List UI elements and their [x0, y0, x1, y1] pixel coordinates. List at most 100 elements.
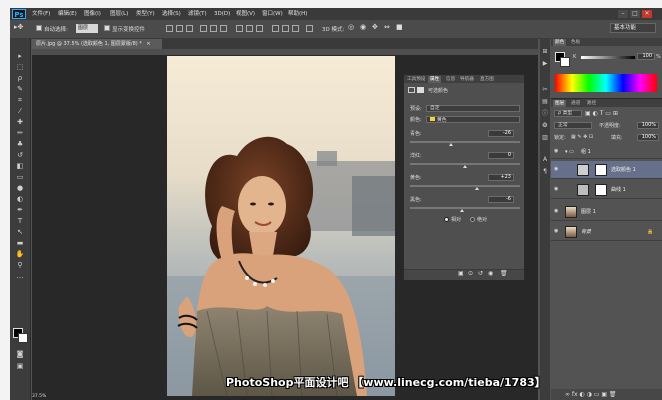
eye-icon[interactable]: ◉: [554, 149, 560, 154]
layer-row-background[interactable]: ◉ 背景 🔒: [551, 223, 662, 241]
layer-row-selective-color[interactable]: ◉ 选取颜色 1: [551, 161, 662, 179]
slider-knob-magenta[interactable]: [463, 165, 467, 168]
color-ramp[interactable]: [555, 74, 657, 92]
background-color-swatch[interactable]: [18, 333, 28, 343]
colors-dropdown[interactable]: 黄色: [426, 116, 520, 123]
layer-row-group[interactable]: ◉ ▾ ▭ 组 1: [551, 145, 662, 159]
tab-channels[interactable]: 通道: [571, 100, 580, 107]
zoom-tool-icon[interactable]: ⚲: [14, 261, 26, 270]
view-previous-icon[interactable]: ⊙: [468, 270, 473, 277]
distribute-hcenter-icon[interactable]: [282, 25, 289, 32]
menu-select[interactable]: 选择(S): [162, 8, 181, 20]
close-button[interactable]: ✕: [642, 10, 652, 18]
clone-stamp-tool-icon[interactable]: ♣: [14, 140, 26, 149]
menu-window[interactable]: 窗口(W): [262, 8, 283, 20]
minimize-button[interactable]: –: [618, 10, 628, 18]
distribute-top-icon[interactable]: [236, 25, 243, 32]
quick-select-tool-icon[interactable]: ✎: [14, 85, 26, 94]
history-icon[interactable]: ⊞: [541, 48, 549, 56]
3d-orbit-icon[interactable]: ◎: [348, 23, 354, 31]
tool-presets-icon[interactable]: ✂: [541, 86, 549, 94]
move-tool-icon[interactable]: ▸: [14, 52, 26, 61]
align-hcenter-icon[interactable]: [210, 25, 217, 32]
shape-tool-icon[interactable]: ▬: [14, 239, 26, 248]
menu-file[interactable]: 文件(F): [32, 8, 50, 20]
delete-icon[interactable]: 🗑: [500, 270, 508, 277]
layer-row-curves[interactable]: ◉ 曲线 1: [551, 181, 662, 199]
reset-icon[interactable]: ↺: [478, 270, 483, 277]
3d-roll-icon[interactable]: ◉: [360, 23, 366, 31]
show-transform-checkbox[interactable]: [104, 25, 110, 31]
align-left-icon[interactable]: [200, 25, 207, 32]
3d-pan-icon[interactable]: ✥: [372, 23, 378, 31]
tab-histogram[interactable]: 直方图: [480, 76, 494, 83]
3d-scale-icon[interactable]: ■: [396, 23, 403, 31]
mask-icon[interactable]: [417, 87, 424, 93]
gradient-tool-icon[interactable]: ▭: [14, 173, 26, 182]
blur-tool-icon[interactable]: ●: [14, 184, 26, 193]
method-relative-radio[interactable]: [444, 217, 449, 222]
mask-thumb[interactable]: [595, 164, 607, 176]
character-icon[interactable]: A: [541, 156, 549, 164]
navigator-icon[interactable]: ❂: [541, 122, 549, 130]
path-select-tool-icon[interactable]: ↖: [14, 228, 26, 237]
menu-help[interactable]: 帮助(H): [288, 8, 307, 20]
layer-filter-dropdown[interactable]: ρ 类型: [554, 110, 582, 117]
maximize-button[interactable]: □: [630, 10, 640, 18]
distribute-left-icon[interactable]: [272, 25, 279, 32]
info-icon[interactable]: ⓘ: [541, 110, 549, 118]
eraser-tool-icon[interactable]: ◧: [14, 162, 26, 171]
move-tool-icon[interactable]: ▸✥: [14, 23, 23, 31]
menu-image[interactable]: 图像(I): [84, 8, 101, 20]
brush-tool-icon[interactable]: ✏: [14, 129, 26, 138]
opacity-value[interactable]: 100%: [637, 122, 659, 129]
tab-info[interactable]: 信息: [446, 76, 455, 83]
document-image[interactable]: [167, 56, 395, 396]
color-k-slider[interactable]: [581, 56, 635, 59]
type-tool-icon[interactable]: T: [14, 217, 26, 226]
properties-icon[interactable]: ▤: [541, 98, 549, 106]
eyedropper-tool-icon[interactable]: ⁄: [14, 107, 26, 116]
3d-slide-icon[interactable]: ⇔: [384, 23, 390, 31]
link-layers-icon[interactable]: ∞ fx ◐ ◑ ▭ ▣ 🗑: [565, 391, 617, 398]
tab-color[interactable]: 颜色: [553, 39, 567, 46]
auto-select-dropdown[interactable]: 图层: [76, 24, 98, 33]
menu-filter[interactable]: 滤镜(T): [188, 8, 207, 20]
method-absolute-radio[interactable]: [470, 217, 475, 222]
eye-icon[interactable]: ◉: [554, 209, 560, 214]
workspace-dropdown[interactable]: 基本功能: [610, 23, 656, 33]
dodge-tool-icon[interactable]: ◐: [14, 195, 26, 204]
align-top-icon[interactable]: [166, 25, 173, 32]
slider-knob-cyan[interactable]: [448, 143, 453, 146]
filter-pixel-icon[interactable]: ▣ ◐ T ▭ ⊞: [585, 110, 618, 117]
marquee-tool-icon[interactable]: ⬚: [14, 63, 26, 72]
distribute-right-icon[interactable]: [292, 25, 299, 32]
paragraph-icon[interactable]: ¶: [541, 168, 549, 176]
tab-paths[interactable]: 路径: [587, 100, 596, 107]
align-right-icon[interactable]: [220, 25, 227, 32]
document-tab-close-icon[interactable]: ×: [146, 41, 150, 47]
healing-tool-icon[interactable]: ✚: [14, 118, 26, 127]
tab-properties[interactable]: 属性: [428, 76, 442, 83]
lock-icons[interactable]: ▦ ✎ ✥ ⊡: [571, 134, 593, 140]
color-k-value[interactable]: 100: [637, 53, 655, 60]
fill-value[interactable]: 100%: [637, 134, 659, 141]
eye-icon[interactable]: ◉: [554, 229, 560, 234]
auto-select-checkbox[interactable]: [36, 25, 42, 31]
tab-navigator[interactable]: 导航器: [460, 76, 474, 83]
histogram-icon[interactable]: ▥: [541, 134, 549, 142]
color-bg-swatch[interactable]: [560, 57, 570, 67]
menu-layer[interactable]: 图层(L): [110, 8, 128, 20]
layer-row-layer1[interactable]: ◉ 图层 1: [551, 203, 662, 221]
distribute-bottom-icon[interactable]: [256, 25, 263, 32]
slider-value-cyan[interactable]: -26: [488, 130, 514, 137]
document-tab[interactable]: 原片.jpg @ 37.5% (选取颜色 1, 图层蒙版/8) * ×: [32, 39, 162, 49]
history-brush-tool-icon[interactable]: ↺: [14, 151, 26, 160]
crop-tool-icon[interactable]: ⌗: [14, 96, 26, 105]
zoom-readout[interactable]: 37.5%: [32, 393, 132, 400]
blend-mode-dropdown[interactable]: 正常: [554, 122, 592, 129]
menu-view[interactable]: 视图(V): [236, 8, 255, 20]
slider-knob-yellow[interactable]: [475, 187, 480, 190]
tab-swatches[interactable]: 色板: [571, 39, 580, 46]
menu-3d[interactable]: 3D(D): [214, 8, 230, 20]
